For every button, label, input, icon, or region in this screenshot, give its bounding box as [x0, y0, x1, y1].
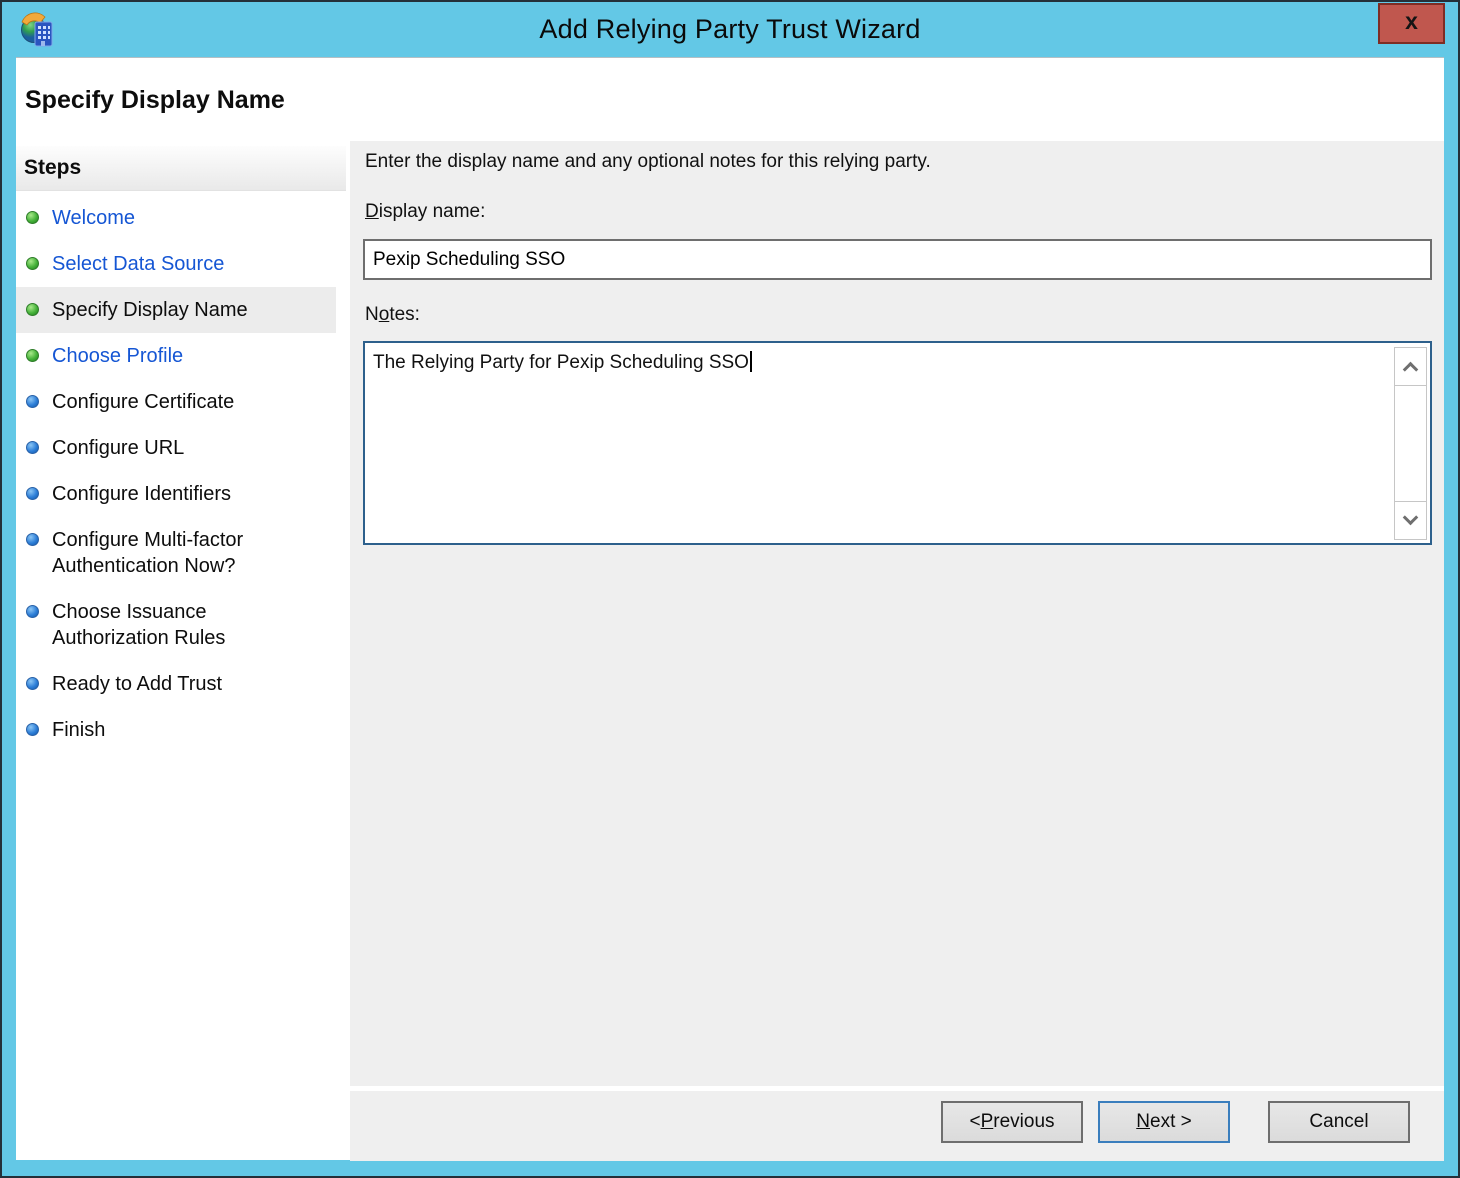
step-item-configure-url: Configure URL: [16, 435, 336, 461]
title-bar: Add Relying Party Trust Wizard x: [2, 2, 1458, 57]
step-item-choose-profile[interactable]: Choose Profile: [16, 343, 336, 369]
scroll-up-button[interactable]: [1395, 348, 1426, 386]
step-completed-icon: [26, 303, 39, 316]
button-bar: < Previous Next > Cancel: [350, 1091, 1444, 1161]
step-item-welcome[interactable]: Welcome: [16, 205, 336, 231]
step-pending-icon: [26, 723, 39, 736]
steps-panel: Steps Welcome Select Data Source Specify…: [16, 141, 346, 1160]
step-completed-icon: [26, 211, 39, 224]
chevron-up-icon: [1402, 361, 1419, 378]
step-pending-icon: [26, 533, 39, 546]
previous-button[interactable]: < Previous: [941, 1101, 1083, 1143]
notes-field[interactable]: The Relying Party for Pexip Scheduling S…: [363, 341, 1432, 545]
content-pane: Enter the display name and any optional …: [350, 141, 1444, 1086]
chevron-down-icon: [1402, 509, 1419, 526]
step-item-specify-display-name: Specify Display Name: [16, 287, 336, 333]
next-button[interactable]: Next >: [1098, 1101, 1230, 1143]
step-pending-icon: [26, 441, 39, 454]
step-completed-icon: [26, 349, 39, 362]
wizard-window: Add Relying Party Trust Wizard x Specify…: [0, 0, 1460, 1178]
vertical-scrollbar[interactable]: [1394, 347, 1427, 540]
step-item-finish: Finish: [16, 717, 336, 743]
notes-label: Notes:: [365, 304, 420, 325]
display-name-input[interactable]: [363, 239, 1432, 280]
step-item-choose-issuance-rules: Choose Issuance Authorization Rules: [16, 599, 336, 651]
step-item-ready-to-add-trust: Ready to Add Trust: [16, 671, 336, 697]
close-button[interactable]: x: [1378, 3, 1445, 44]
step-pending-icon: [26, 487, 39, 500]
step-pending-icon: [26, 605, 39, 618]
page-title: Specify Display Name: [25, 86, 285, 114]
cancel-button[interactable]: Cancel: [1268, 1101, 1410, 1143]
step-item-configure-certificate: Configure Certificate: [16, 389, 336, 415]
display-name-label: Display name:: [365, 201, 486, 222]
instruction-text: Enter the display name and any optional …: [365, 151, 931, 172]
window-title: Add Relying Party Trust Wizard: [539, 14, 921, 44]
step-item-configure-mfa: Configure Multi-factor Authentication No…: [16, 527, 336, 579]
wizard-body: Specify Display Name Steps Welcome Selec…: [16, 57, 1444, 1161]
step-completed-icon: [26, 257, 39, 270]
step-item-select-data-source[interactable]: Select Data Source: [16, 251, 336, 277]
step-item-configure-identifiers: Configure Identifiers: [16, 481, 336, 507]
steps-list: Welcome Select Data Source Specify Displ…: [16, 205, 336, 743]
text-caret: [749, 351, 752, 372]
step-pending-icon: [26, 677, 39, 690]
steps-panel-header: Steps: [16, 146, 346, 191]
scroll-down-button[interactable]: [1395, 501, 1426, 539]
step-pending-icon: [26, 395, 39, 408]
notes-text: The Relying Party for Pexip Scheduling S…: [373, 352, 749, 373]
